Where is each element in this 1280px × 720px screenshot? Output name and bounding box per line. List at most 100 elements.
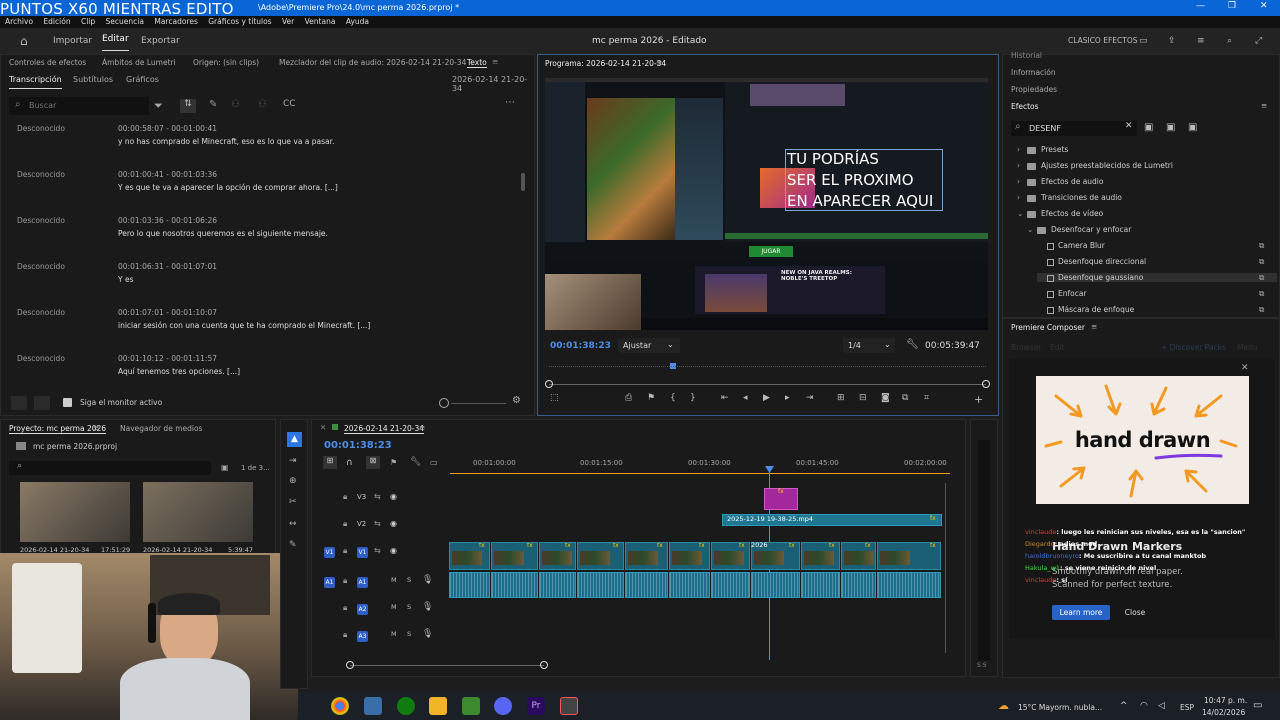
slip-tool-icon[interactable]: ↔ [289,519,297,529]
transcript-row[interactable]: Desconocido 00:01:00:41 - 00:01:03:36 Y … [1,170,531,216]
mute-button[interactable]: M [391,576,397,584]
menu-clip[interactable]: Clip [81,17,95,26]
32bit-effects-icon[interactable]: ▣ [1166,122,1175,133]
selection-tool-icon[interactable]: ▲ [287,432,302,447]
fx-clip-v3[interactable]: fx [764,488,798,510]
tab-browser[interactable]: Browser [1011,343,1041,352]
clock-date[interactable]: 14/02/2026 [1202,708,1245,717]
zoom-slider-track[interactable] [451,403,506,404]
tab-importar[interactable]: Importar [53,28,92,54]
tab-mezclador-audio[interactable]: Mezclador del clip de audio: 2026-02-14 … [279,58,466,67]
panel-menu-icon[interactable]: ≡ [492,57,498,66]
file-explorer-icon[interactable] [364,697,382,715]
xbox-icon[interactable] [397,697,415,715]
nest-icon[interactable]: ⊞ [323,456,337,469]
track-label-a1[interactable]: A1 [357,577,368,588]
transcript-text[interactable]: iniciar sesión con una cuenta que te ha … [118,321,370,330]
menu-archivo[interactable]: Archivo [5,17,33,26]
lock-icon[interactable]: 🔒︎ [343,519,347,529]
zoom-slider-handle[interactable] [439,398,449,408]
insert-icon[interactable]: ⊞ [837,393,845,403]
transcript-row[interactable]: Desconocido 00:01:03:36 - 00:01:06:26 Pe… [1,216,531,262]
program-timecode[interactable]: 00:01:38:23 [550,341,611,351]
sort-icon[interactable]: ⇅ [180,99,196,113]
go-to-out-icon[interactable]: ⇥ [806,393,814,403]
effects-search-box[interactable]: ⌕ ✕ [1011,121,1137,136]
chevron-right-icon[interactable]: › [1017,177,1027,186]
overwrite-icon[interactable]: ⊟ [859,393,867,403]
add-button-icon[interactable]: + [974,393,983,406]
chevron-down-icon[interactable]: ⌄ [1017,209,1027,218]
clip-thumbnail[interactable] [143,482,253,542]
effect-item[interactable]: Enfocar ⧉ [1037,289,1264,298]
tab-texto[interactable]: Texto [467,58,487,68]
eye-icon[interactable]: ◉ [390,546,397,555]
panel-icon[interactable]: ▭ [1139,28,1148,54]
transcript-text[interactable]: Y es que te va a aparecer la opción de c… [118,183,338,192]
tab-origen[interactable]: Origen: (sin clips) [193,58,259,67]
home-icon[interactable]: ⌂ [20,28,28,54]
menu-marcadores[interactable]: Marcadores [154,17,198,26]
zoom-handle-left[interactable] [346,661,354,669]
effect-item[interactable]: Desenfoque gaussiano ⧉ [1037,273,1277,282]
sync-lock-icon[interactable]: ⇆ [374,519,381,528]
captions-icon[interactable]: CC [283,99,296,109]
view-toggle-icon[interactable] [11,396,27,410]
tab-transcripcion[interactable]: Transcripción [9,75,62,89]
sync-lock-icon[interactable]: ⇆ [374,492,381,501]
clock-time[interactable]: 10:47 p. m. [1204,696,1247,705]
add-marker-icon[interactable]: ⚑ [390,458,397,467]
track-select-tool-icon[interactable]: ⇥ [289,456,297,466]
accelerated-effects-icon[interactable]: ▣ [1144,122,1153,133]
eye-icon[interactable]: ◉ [390,519,397,528]
effect-item[interactable]: Camera Blur ⧉ [1037,241,1264,250]
minecraft-icon[interactable] [462,697,480,715]
effects-folder[interactable]: ⌄ Efectos de vídeo [1017,209,1103,218]
obs-icon[interactable] [560,697,578,715]
project-search-box[interactable]: ⌕ [9,461,211,475]
mute-button[interactable]: M [391,603,397,611]
track-label-v3[interactable]: V3 [357,493,366,501]
discord-icon[interactable] [494,697,512,715]
effects-folder[interactable]: › Efectos de audio [1017,177,1103,186]
transcript-text[interactable]: Aquí tenemos tres opciones. [...] [118,367,240,376]
ripple-tool-icon[interactable]: ⊕ [289,476,297,486]
menu-ventana[interactable]: Ventana [305,17,336,26]
eye-icon[interactable]: ◉ [390,492,397,501]
panel-menu-icon[interactable]: ≡ [93,423,99,432]
transcript-search-box[interactable]: ⌕ [9,97,149,115]
transcript-text[interactable]: y no has comprado el Minecraft, eso es l… [118,137,334,146]
close-button[interactable]: Close [1118,605,1152,620]
bin-icon[interactable]: ▣ [221,463,229,472]
export-frame-icon[interactable]: ⬚ [550,393,559,403]
timeline-timecode[interactable]: 00:01:38:23 [324,440,392,451]
lock-icon[interactable]: 🔒︎ [343,546,347,556]
chevron-right-icon[interactable]: › [1017,161,1027,170]
premiere-icon[interactable]: Pr [527,697,545,715]
work-area-bar[interactable] [450,473,950,474]
edit-icon[interactable]: ✎ [209,99,217,110]
close-window-button[interactable]: ✕ [1260,1,1268,11]
clear-search-icon[interactable]: ✕ [1125,121,1133,131]
program-video-frame[interactable]: TU PODRÍAS SER EL PROXIMO EN APARECER AQ… [545,78,988,330]
overlay-caption[interactable]: TU PODRÍAS SER EL PROXIMO EN APARECER AQ… [787,149,933,212]
razor-tool-icon[interactable]: ✂ [289,497,297,507]
lock-icon[interactable]: 🔒︎ [343,576,347,586]
meter-solo-label[interactable]: S S [977,662,987,669]
store-icon[interactable] [429,697,447,715]
chrome-icon[interactable] [331,697,349,715]
sync-lock-icon[interactable]: ⇆ [374,546,381,555]
menu-lines-icon[interactable]: ≡ [1197,28,1205,54]
vertical-scrollbar[interactable] [945,483,952,653]
effects-folder[interactable]: › Transiciones de audio [1017,193,1122,202]
tab-propiedades[interactable]: Propiedades [1011,85,1057,94]
track-label-a3[interactable]: A3 [357,631,368,642]
follow-monitor-checkbox[interactable] [63,398,72,407]
transcript-text[interactable]: Y es [118,275,134,284]
minimize-button[interactable]: — [1196,1,1205,11]
step-back-icon[interactable]: ◂ [743,393,748,403]
discover-packs-button[interactable]: + Discover Packs [1161,343,1226,352]
panel-menu-icon[interactable]: ≡ [1261,101,1267,110]
speakers-icon[interactable]: ⚇ [258,99,267,110]
wrench-icon[interactable]: 🔧︎ [906,339,919,350]
